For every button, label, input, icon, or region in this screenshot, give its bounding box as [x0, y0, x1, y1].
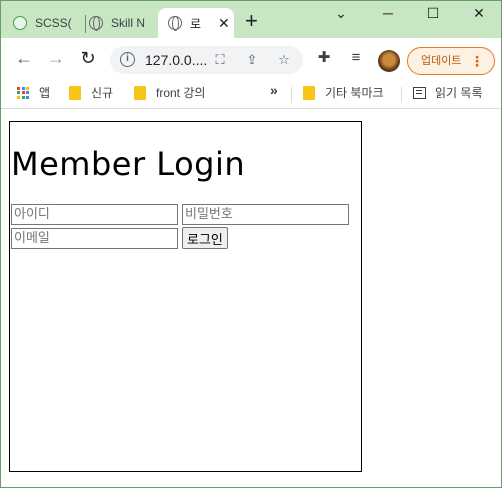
email-input[interactable] — [11, 228, 178, 249]
bookmark-folder-new[interactable]: 신규 — [69, 84, 113, 101]
folder-icon — [303, 85, 315, 100]
reading-list-label: 읽기 목록 — [435, 86, 483, 100]
close-tab-icon[interactable]: ✕ — [218, 15, 230, 32]
update-button[interactable]: 업데이트 ⋮ — [407, 47, 495, 75]
bookmark-label: 앱 — [39, 86, 51, 100]
browser-window: SCSS( Skill N 로 ✕ + ⌄ ─ ☐ ✕ ← → ↻ i 127.… — [0, 0, 502, 488]
tab-separator — [85, 15, 86, 33]
page-viewport: Member Login 로그인 — [1, 109, 501, 487]
id-input[interactable] — [11, 204, 178, 225]
tab-strip: SCSS( Skill N 로 ✕ + ⌄ ─ ☐ ✕ — [1, 1, 501, 38]
bookmark-label: front 강의 — [156, 86, 206, 100]
tab-scss[interactable]: SCSS( — [13, 8, 83, 38]
more-options-icon: ⋮ — [470, 53, 484, 69]
tab-active-login[interactable]: 로 ✕ — [158, 8, 234, 38]
other-bookmarks-label: 기타 북마크 — [325, 86, 384, 100]
bookmark-folder-front[interactable]: front 강의 — [134, 84, 205, 101]
maximize-icon[interactable]: ☐ — [423, 5, 443, 22]
divider — [291, 87, 292, 103]
bookmark-star-icon[interactable]: ☆ — [275, 51, 293, 69]
other-bookmarks[interactable]: 기타 북마크 — [303, 84, 384, 101]
tab-skill[interactable]: Skill N — [89, 8, 157, 38]
reading-list-icon — [413, 86, 426, 99]
profile-avatar[interactable] — [378, 50, 400, 72]
bookmarks-overflow-icon[interactable]: » — [270, 82, 278, 98]
tab-search-icon[interactable]: ⌄ — [331, 5, 351, 22]
site-info-icon[interactable]: i — [120, 52, 135, 67]
minimize-icon[interactable]: ─ — [378, 5, 398, 21]
media-queue-icon[interactable]: ≡ — [345, 47, 367, 69]
reload-icon[interactable]: ↻ — [77, 47, 99, 69]
scss-site-icon — [13, 16, 27, 30]
new-tab-button[interactable]: + — [245, 10, 258, 32]
update-button-label: 업데이트 — [421, 55, 462, 67]
globe-icon — [89, 16, 103, 31]
reading-list[interactable]: 읽기 목록 — [413, 84, 483, 101]
globe-icon — [168, 16, 182, 31]
share-icon[interactable]: ⇪ — [243, 51, 261, 69]
folder-icon — [69, 85, 81, 100]
login-form: Member Login 로그인 — [9, 121, 362, 472]
login-button[interactable]: 로그인 — [182, 227, 228, 249]
forward-icon[interactable]: → — [45, 47, 67, 69]
apps-icon — [17, 86, 29, 99]
tab-title: SCSS( — [35, 16, 72, 30]
extensions-icon[interactable]: ✚ — [313, 47, 335, 69]
bookmark-label: 신규 — [91, 86, 114, 100]
tab-title: Skill N — [111, 16, 146, 30]
bookmarks-bar: 앱 신규 front 강의 » 기타 북마크 읽기 목록 — [1, 78, 501, 109]
password-input[interactable] — [182, 204, 349, 225]
browser-toolbar: ← → ↻ i 127.0.0.... ⛶ ⇪ ☆ ✚ ≡ 업데이트 ⋮ — [1, 38, 501, 78]
translate-icon[interactable]: ⛶ — [211, 51, 229, 69]
page-title: Member Login — [11, 145, 246, 183]
divider — [401, 87, 402, 103]
address-text[interactable]: 127.0.0.... — [145, 52, 207, 68]
back-icon[interactable]: ← — [13, 47, 35, 69]
address-bar[interactable]: i 127.0.0.... ⛶ ⇪ ☆ — [110, 46, 303, 74]
bookmark-apps[interactable]: 앱 — [17, 84, 50, 101]
close-window-icon[interactable]: ✕ — [469, 5, 489, 22]
folder-icon — [134, 85, 146, 100]
tab-title: 로 — [190, 16, 202, 31]
